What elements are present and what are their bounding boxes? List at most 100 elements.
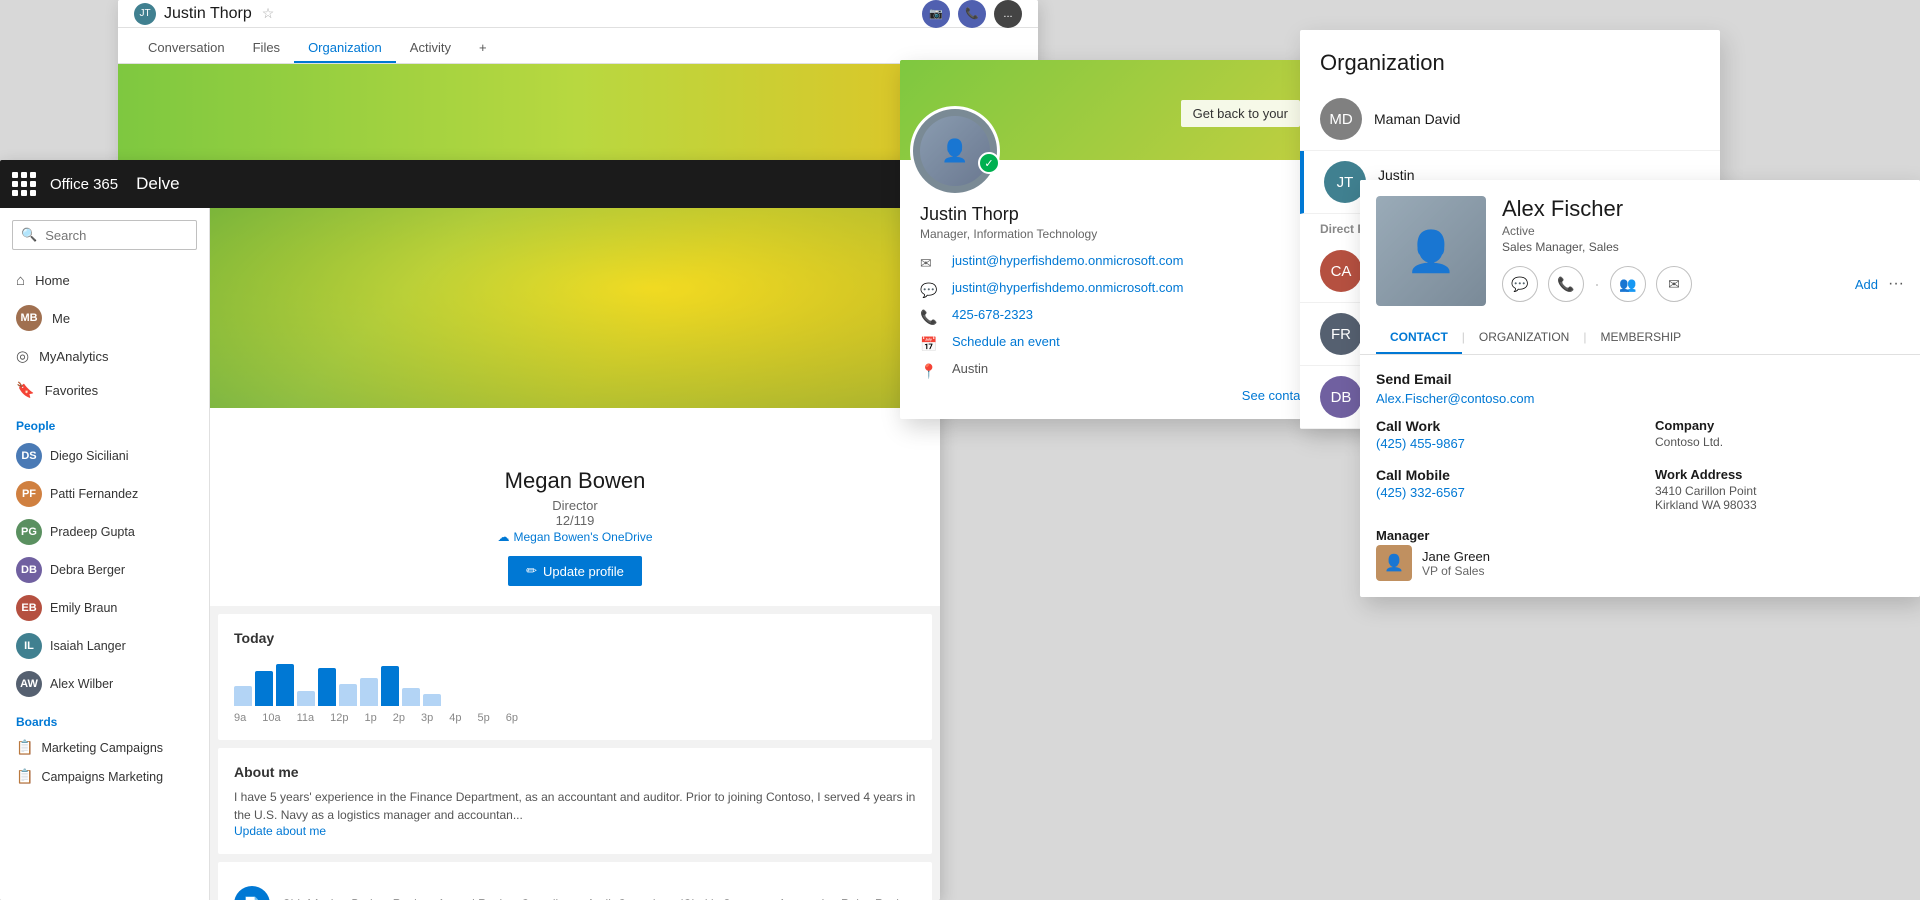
sidebar-item-favorites[interactable]: 🔖 Favorites [0,373,209,407]
alex-email-button[interactable]: ✉ [1656,266,1692,302]
update-profile-button[interactable]: ✏ Update profile [508,556,642,586]
address-line2: Kirkland WA 98033 [1655,498,1904,512]
profile-name: Megan Bowen [230,468,920,494]
alex-card: 👤 Alex Fischer Active Sales Manager, Sal… [1360,180,1920,597]
tab-add[interactable]: + [465,34,501,63]
call-work-label: Call Work [1376,418,1625,434]
manager-section: Manager 👤 Jane Green VP of Sales [1376,528,1904,581]
call-mobile-num[interactable]: (425) 332-6567 [1376,485,1625,500]
about-text: I have 5 years' experience in the Financ… [234,788,916,824]
location: Austin [952,361,988,376]
waffle-icon[interactable] [12,172,36,196]
sidebar-person-patti[interactable]: PF Patti Fernandez [0,475,209,513]
tab-organization[interactable]: ORGANIZATION [1465,322,1583,354]
call-mobile-label: Call Mobile [1376,467,1625,483]
email-row-2: 💬 justint@hyperfishdemo.onmicrosoft.com [920,280,1360,299]
sidebar-person-debra[interactable]: DB Debra Berger [0,551,209,589]
analytics-icon: ◎ [16,347,29,365]
manager-row[interactable]: 👤 Jane Green VP of Sales [1376,545,1904,581]
delve-title: Delve [136,174,179,194]
sidebar-person-emily[interactable]: EB Emily Braun [0,589,209,627]
sidebar: 🔍 ⌂ Home MB Me ◎ MyAnalytics 🔖 Favorites… [0,208,210,900]
email-2[interactable]: justint@hyperfishdemo.onmicrosoft.com [952,280,1183,295]
delve-body: 🔍 ⌂ Home MB Me ◎ MyAnalytics 🔖 Favorites… [0,208,940,900]
phone-icon: 📞 [920,309,940,326]
avatar-emily: EB [16,595,42,621]
tab-membership[interactable]: MEMBERSHIP [1586,322,1695,354]
justin-more-icon[interactable]: ... [994,0,1022,28]
phone-row: 📞 425-678-2323 [920,307,1360,326]
profile-header: 📷 [210,208,940,408]
bar-7 [360,678,378,706]
justin-popup-avatar: 👤 [910,106,1000,196]
send-email-section: Send Email Alex.Fischer@contoso.com [1376,371,1904,406]
org-avatar-frank: FR [1320,313,1362,355]
email-1[interactable]: justint@hyperfishdemo.onmicrosoft.com [952,253,1183,268]
sidebar-person-alex[interactable]: AW Alex Wilber [0,665,209,703]
alex-call-button[interactable]: 📞 [1548,266,1584,302]
see-contact-details[interactable]: See contact details › [920,388,1360,403]
org-avatar-berger: DB [1320,376,1362,418]
location-icon: 📍 [920,363,940,380]
address-line1: 3410 Carillon Point [1655,484,1904,498]
schedule-chart [234,656,916,706]
profile-title: Director 12/119 [230,498,920,528]
call-work-num[interactable]: (425) 455-9867 [1376,436,1625,451]
org-avatar-caro: CA [1320,250,1362,292]
sidebar-board-campaigns[interactable]: 📋 Campaigns Marketing [0,762,209,791]
get-back-label: Get back to your [1181,100,1300,127]
tab-activity[interactable]: Activity [396,34,465,63]
sidebar-item-home[interactable]: ⌂ Home [0,264,209,297]
calendar-icon: 📅 [920,336,940,353]
phone-num[interactable]: 425-678-2323 [952,307,1033,322]
sidebar-board-marketing[interactable]: 📋 Marketing Campaigns [0,733,209,762]
sidebar-item-myanalytics[interactable]: ◎ MyAnalytics [0,339,209,373]
avatar-alex: AW [16,671,42,697]
search-input[interactable] [45,228,188,243]
justin-star-icon[interactable]: ☆ [262,5,275,22]
sidebar-analytics-label: MyAnalytics [39,349,108,364]
bar-9 [402,688,420,706]
tab-files[interactable]: Files [239,34,294,63]
doc-item[interactable]: 📄 Chief Author Budget Review, Annual Rev… [234,878,916,900]
alex-info: Alex Fischer Active Sales Manager, Sales… [1502,196,1904,306]
bookmark-icon: 🔖 [16,381,35,399]
profile-info: Megan Bowen Director 12/119 ☁ Megan Bowe… [210,408,940,606]
justin-video-icon[interactable]: 📷 [922,0,950,28]
o365-bar: Office 365 Delve [0,160,940,208]
bar-3 [276,664,294,706]
more-button[interactable]: ··· [1888,275,1904,293]
about-section: About me I have 5 years' experience in t… [218,748,932,854]
update-about-link[interactable]: Update about me [234,824,916,838]
sidebar-person-isaiah[interactable]: IL Isaiah Langer [0,627,209,665]
alex-chat-button[interactable]: 💬 [1502,266,1538,302]
add-button[interactable]: Add [1855,277,1878,292]
bar-4 [297,691,315,706]
alex-meet-button[interactable]: 👥 [1610,266,1646,302]
justin-avatar-face: 👤 [920,116,990,186]
sidebar-person-pradeep[interactable]: PG Pradeep Gupta [0,513,209,551]
sidebar-person-diego[interactable]: DS Diego Siciliani [0,437,209,475]
alex-face: 👤 [1376,196,1486,306]
alex-email[interactable]: Alex.Fischer@contoso.com [1376,391,1904,406]
today-section: Today 9a 10a 11a 12p [218,614,932,740]
tab-conversation[interactable]: Conversation [134,34,239,63]
sidebar-search-box[interactable]: 🔍 [12,220,197,250]
profile-onedrive[interactable]: ☁ Megan Bowen's OneDrive [230,530,920,544]
schedule-label[interactable]: Schedule an event [952,334,1060,349]
contact-popup-name: Justin Thorp [920,204,1360,225]
sidebar-item-me[interactable]: MB Me [0,297,209,339]
justin-tabs: Conversation Files Organization Activity… [118,28,1038,64]
bar-10 [423,694,441,706]
bar-5 [318,668,336,706]
tab-contact[interactable]: CONTACT [1376,322,1462,354]
org-person-maman[interactable]: MD Maman David [1300,88,1720,151]
justin-call-icon[interactable]: 📞 [958,0,986,28]
alex-photo: 👤 [1376,196,1486,306]
sidebar-favorites-label: Favorites [45,383,98,398]
tab-organization[interactable]: Organization [294,34,396,63]
alex-header: 👤 Alex Fischer Active Sales Manager, Sal… [1360,180,1920,322]
org-avatar-maman: MD [1320,98,1362,140]
about-title: About me [234,764,916,780]
chat-icon: 💬 [920,282,940,299]
